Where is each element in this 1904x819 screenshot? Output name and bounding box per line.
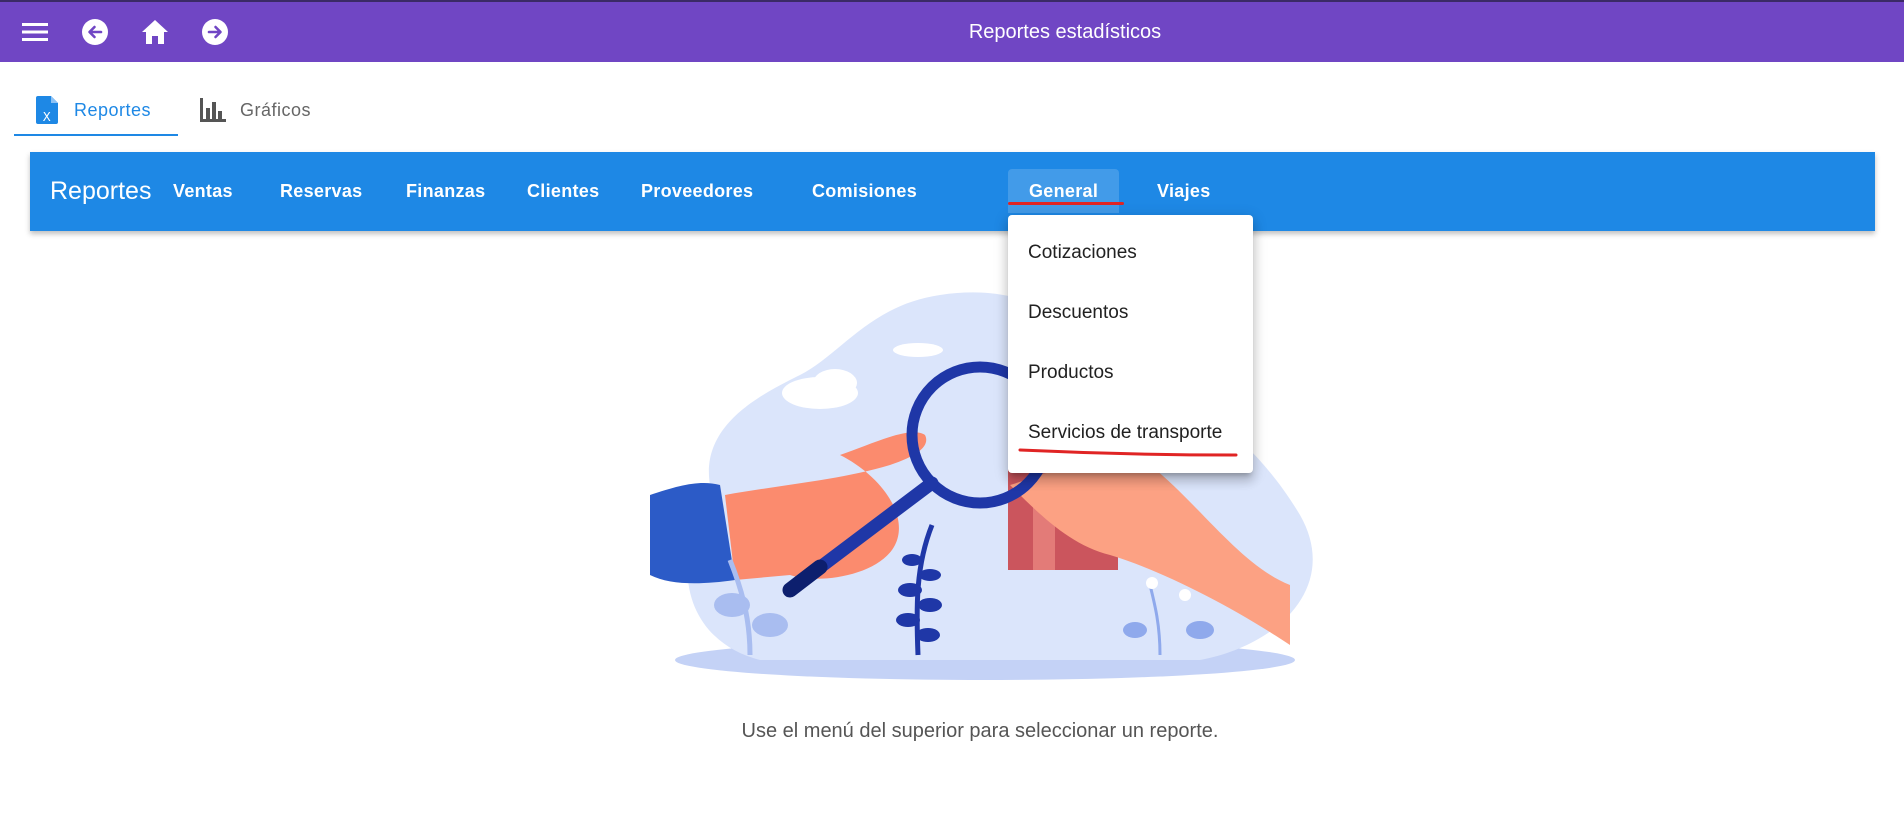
top-app-bar: Reportes estadísticos [0, 0, 1904, 62]
menu-item-descuentos[interactable]: Descuentos [1008, 283, 1253, 343]
nav-ventas[interactable]: Ventas [152, 169, 254, 213]
reports-toolbar: Reportes Ventas Reservas Finanzas Client… [30, 152, 1875, 231]
menu-item-cotizaciones[interactable]: Cotizaciones [1008, 223, 1253, 283]
nav-viajes[interactable]: Viajes [1136, 169, 1232, 213]
tab-graficos[interactable]: Gráficos [200, 84, 311, 136]
page-title: Reportes estadísticos [968, 21, 1162, 43]
nav-clientes[interactable]: Clientes [506, 169, 620, 213]
nav-comisiones[interactable]: Comisiones [791, 169, 938, 213]
annotation-underline-general [1008, 202, 1124, 205]
nav-proveedores[interactable]: Proveedores [620, 169, 774, 213]
nav-reservas[interactable]: Reservas [259, 169, 383, 213]
empty-state-hint: Use el menú del superior para selecciona… [741, 720, 1219, 742]
menu-item-productos[interactable]: Productos [1008, 343, 1253, 403]
bar-chart-icon [200, 98, 226, 122]
tab-reportes[interactable]: X Reportes [36, 84, 151, 136]
svg-text:X: X [43, 110, 52, 124]
tab-graficos-label: Gráficos [240, 99, 312, 120]
nav-general[interactable]: General [1008, 169, 1120, 213]
general-dropdown-menu: Cotizaciones Descuentos Productos Servic… [1008, 215, 1253, 473]
annotation-underline-servicios [1018, 448, 1238, 457]
tab-reportes-label: Reportes [74, 99, 152, 120]
nav-finanzas[interactable]: Finanzas [385, 169, 506, 213]
active-tab-indicator [14, 134, 178, 136]
reports-toolbar-title: Reportes [50, 177, 152, 205]
excel-file-icon: X [36, 96, 60, 124]
